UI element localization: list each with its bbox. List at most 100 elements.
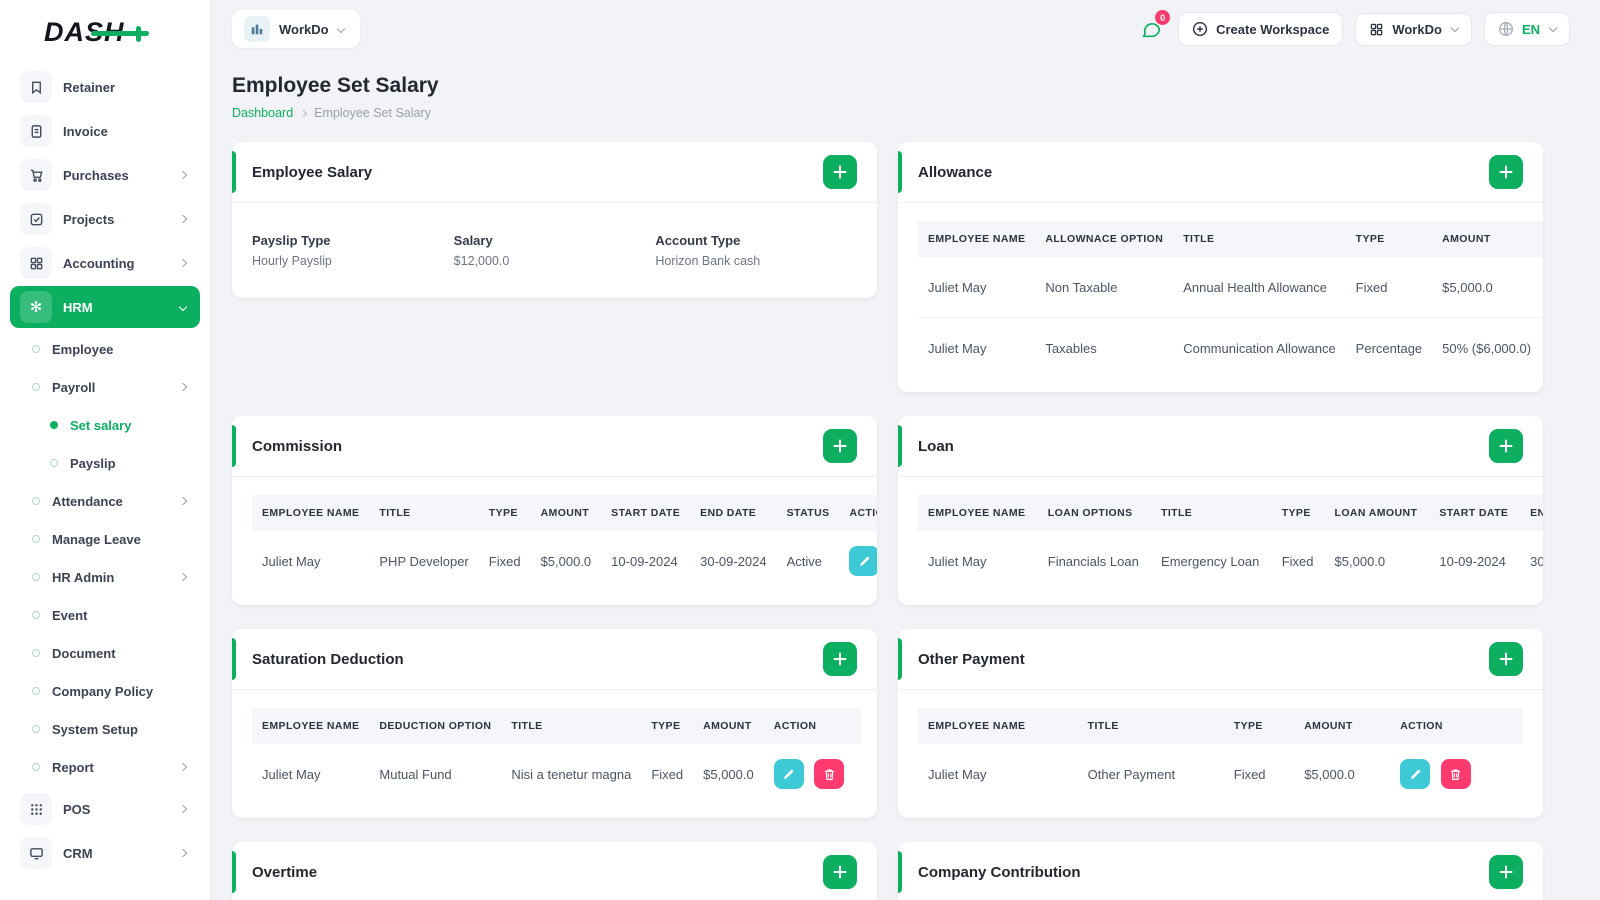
company-contribution-card: Company Contribution	[898, 842, 1543, 900]
sidebar-item-set-salary[interactable]: Set salary	[10, 406, 200, 444]
language-code: EN	[1521, 21, 1540, 37]
sidebar-item-attendance[interactable]: Attendance	[10, 482, 200, 520]
table-row: Juliet May Other Payment Fixed $5,000.0	[918, 744, 1523, 804]
card-header: Company Contribution	[898, 842, 1543, 900]
edit-button[interactable]	[1400, 759, 1431, 789]
sidebar-item-retainer[interactable]: Retainer	[10, 66, 200, 108]
cell: Non Taxable	[1045, 279, 1118, 295]
sidebar-item-payroll[interactable]: Payroll	[10, 368, 200, 406]
apps-icon	[1371, 23, 1383, 35]
column-header: Action	[1541, 221, 1543, 257]
sidebar-item-label: HRM	[63, 299, 93, 315]
chevron-right-icon	[300, 109, 308, 117]
column-header: Title	[1077, 708, 1224, 744]
app: DASH Retainer Invoice Purchases Projects…	[0, 0, 1600, 900]
cell: $5,000.0	[1334, 553, 1386, 569]
cell: Juliet May	[262, 553, 321, 569]
sidebar-item-manage-leave[interactable]: Manage Leave	[10, 520, 200, 558]
workdo-menu-button[interactable]: WorkDo	[1355, 12, 1472, 46]
language-selector[interactable]: EN	[1483, 12, 1570, 46]
card-header: Employee Salary	[232, 142, 877, 203]
workspace-switcher[interactable]: WorkDo	[232, 10, 360, 48]
sidebar-item-payslip[interactable]: Payslip	[10, 444, 200, 482]
add-commission-button[interactable]	[823, 429, 857, 463]
chevron-right-icon	[178, 762, 188, 772]
chevron-down-icon	[178, 302, 188, 312]
saturation-deduction-table: Employee Name Deduction Option Title Typ…	[252, 708, 862, 804]
add-allowance-button[interactable]	[1489, 155, 1523, 189]
cell: Juliet May	[928, 553, 987, 569]
cell: Juliet May	[262, 766, 321, 782]
add-other-payment-button[interactable]	[1489, 642, 1523, 676]
chevron-down-icon	[1450, 23, 1460, 33]
sidebar-item-label: POS	[63, 801, 91, 817]
column-header: Type	[478, 495, 531, 531]
card-body: Employee Name Loan Options Title Type Lo…	[898, 477, 1543, 605]
sidebar-item-crm[interactable]: CRM	[10, 832, 200, 874]
cell: $5,000.0	[703, 766, 754, 782]
cell: 30-09-2024	[700, 553, 767, 569]
breadcrumb-dashboard-link[interactable]: Dashboard	[232, 106, 293, 120]
create-workspace-button[interactable]: Create Workspace	[1178, 12, 1344, 46]
sidebar-item-hr-admin[interactable]: HR Admin	[10, 558, 200, 596]
bullet-icon	[32, 611, 40, 619]
other-payment-table: Employee Name Title Type Amount Action J…	[918, 708, 1523, 804]
cell	[764, 744, 862, 804]
logo[interactable]: DASH	[0, 0, 210, 64]
bullet-icon	[32, 383, 40, 391]
sidebar-item-label: CRM	[63, 845, 93, 861]
add-company-contribution-button[interactable]	[1489, 855, 1523, 889]
bullet-icon	[50, 459, 58, 467]
sidebar-item-hrm[interactable]: ✻ HRM	[10, 286, 200, 328]
sidebar-item-label: Retainer	[63, 79, 116, 95]
column-header: Allownace Option	[1035, 221, 1174, 257]
sidebar-item-purchases[interactable]: Purchases	[10, 154, 200, 196]
add-overtime-button[interactable]	[823, 855, 857, 889]
cell: 10-09-2024	[611, 553, 678, 569]
add-loan-button[interactable]	[1489, 429, 1523, 463]
card-body: Employee Name Deduction Option Title Typ…	[232, 690, 877, 818]
card-body: Employee Name Allownace Option Title Typ…	[898, 203, 1543, 392]
delete-button[interactable]	[814, 759, 845, 789]
cell: Emergency Loan	[1161, 553, 1260, 569]
sidebar-item-event[interactable]: Event	[10, 596, 200, 634]
messages-button[interactable]: 0	[1136, 10, 1171, 44]
column-header: Employee Name	[252, 708, 370, 744]
sidebar-item-employee[interactable]: Employee	[10, 330, 200, 368]
sidebar-item-projects[interactable]: Projects	[10, 198, 200, 240]
grid-icon	[20, 247, 52, 279]
retainer-icon	[20, 71, 52, 103]
sidebar-item-company-policy[interactable]: Company Policy	[10, 672, 200, 710]
card-header: Overtime	[232, 842, 877, 900]
sidebar: DASH Retainer Invoice Purchases Projects…	[0, 0, 210, 900]
cell: Fixed	[488, 553, 521, 569]
sidebar-item-invoice[interactable]: Invoice	[10, 110, 200, 152]
salary-field: Salary $12,000.0	[453, 233, 510, 268]
sidebar-item-accounting[interactable]: Accounting	[10, 242, 200, 284]
card-header: Saturation Deduction	[232, 629, 877, 690]
sidebar-item-document[interactable]: Document	[10, 634, 200, 672]
delete-button[interactable]	[1440, 759, 1471, 789]
crm-icon	[20, 837, 52, 869]
edit-button[interactable]	[773, 759, 804, 789]
column-header: Employee Name	[918, 221, 1036, 257]
cell: Active	[786, 553, 823, 569]
payslip-type-field: Payslip Type Hourly Payslip	[252, 233, 332, 268]
sidebar-item-report[interactable]: Report	[10, 748, 200, 786]
saturation-deduction-card: Saturation Deduction Employee Name Deduc…	[232, 629, 877, 818]
sidebar-item-system-setup[interactable]: System Setup	[10, 710, 200, 748]
hrm-icon: ✻	[20, 291, 52, 323]
column-header: Employee Name	[918, 708, 1078, 744]
column-header: Action	[1390, 708, 1523, 744]
cell: Nisi a tenetur magna	[511, 766, 632, 782]
edit-button[interactable]	[849, 546, 877, 576]
add-saturation-deduction-button[interactable]	[823, 642, 857, 676]
column-header: Type	[1223, 708, 1295, 744]
add-employee-salary-button[interactable]	[823, 155, 857, 189]
other-payment-card: Other Payment Employee Name Title Type A…	[898, 629, 1543, 818]
chevron-right-icon	[178, 496, 188, 506]
bullet-icon	[32, 345, 40, 353]
sidebar-item-pos[interactable]: POS	[10, 788, 200, 830]
column-header: Type	[641, 708, 694, 744]
breadcrumb-current: Employee Set Salary	[314, 106, 431, 120]
